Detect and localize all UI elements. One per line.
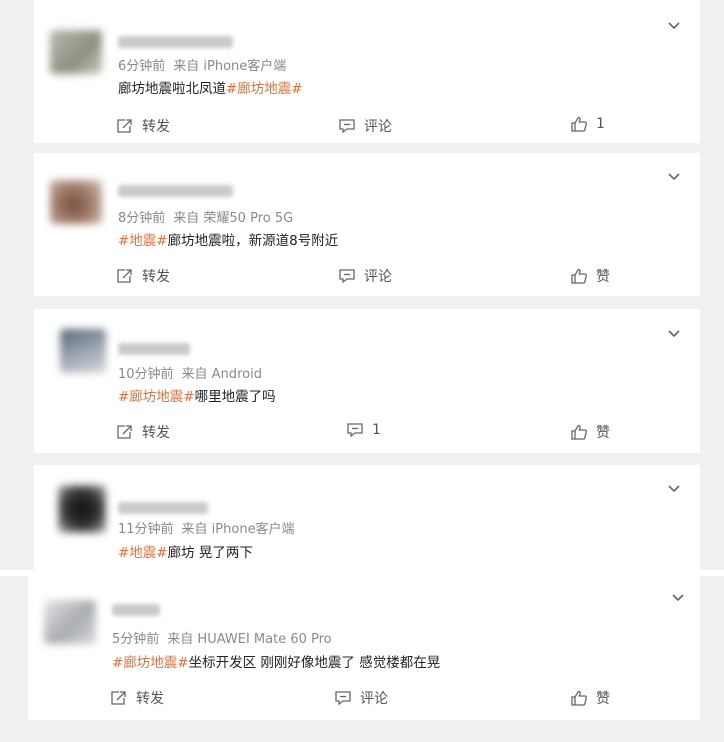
like-button[interactable]: 赞 [570, 422, 610, 442]
post-source: 来自 荣耀50 Pro 5G [173, 211, 294, 226]
comment-button[interactable]: 评论 [338, 266, 392, 286]
comment-button[interactable]: 1 [346, 422, 381, 438]
repost-button[interactable]: 转发 [116, 422, 170, 442]
repost-button[interactable]: 转发 [110, 688, 164, 708]
chevron-down-icon[interactable] [666, 20, 682, 32]
post-card: 11分钟前 来自 iPhone客户端 #地震#廊坊 晃了两下 [34, 465, 700, 570]
post-text-body: 廊坊地震啦北凤道 [118, 81, 226, 97]
avatar[interactable] [44, 600, 96, 644]
comment-button[interactable]: 评论 [338, 116, 392, 136]
topic-tag[interactable]: #地震# [118, 545, 168, 561]
post-time[interactable]: 5分钟前 [112, 632, 159, 647]
like-button[interactable]: 赞 [570, 688, 610, 708]
avatar[interactable] [50, 30, 102, 74]
post-text-body: 哪里地震了吗 [194, 389, 276, 405]
repost-label: 转发 [142, 425, 170, 441]
post-meta: 6分钟前 来自 iPhone客户端 [118, 55, 286, 74]
topic-tag[interactable]: #廊坊地震# [226, 81, 303, 97]
repost-label: 转发 [142, 269, 170, 285]
comment-button[interactable]: 评论 [334, 688, 388, 708]
post-meta: 11分钟前 来自 iPhone客户端 [118, 518, 295, 537]
comment-icon [335, 691, 351, 706]
like-label: 赞 [596, 691, 610, 707]
chevron-down-icon[interactable] [670, 592, 686, 604]
thumbs-up-icon [571, 424, 587, 440]
comment-icon [339, 119, 355, 134]
post-card: 8分钟前 来自 荣耀50 Pro 5G #地震#廊坊地震啦，新源道8号附近 转发 … [34, 153, 700, 296]
post-text: #廊坊地震#哪里地震了吗 [118, 385, 276, 405]
post-source: 来自 iPhone客户端 [173, 59, 287, 74]
post-time[interactable]: 6分钟前 [118, 59, 165, 74]
post-card: 10分钟前 来自 Android #廊坊地震#哪里地震了吗 转发 1 赞 [34, 309, 700, 453]
post-text: #地震#廊坊 晃了两下 [118, 541, 253, 561]
post-text: #地震#廊坊地震啦，新源道8号附近 [118, 229, 338, 249]
post-time[interactable]: 8分钟前 [118, 211, 165, 226]
share-icon [117, 425, 132, 439]
repost-button[interactable]: 转发 [116, 116, 170, 136]
avatar[interactable] [50, 180, 102, 224]
post-meta: 5分钟前 来自 HUAWEI Mate 60 Pro [112, 628, 332, 647]
comment-label: 评论 [364, 119, 392, 135]
post-text-body: 廊坊 晃了两下 [167, 545, 253, 561]
repost-label: 转发 [142, 119, 170, 135]
thumbs-up-icon [571, 116, 587, 132]
post-time[interactable]: 11分钟前 [118, 522, 174, 537]
username-blurred[interactable] [118, 502, 208, 514]
chevron-down-icon[interactable] [666, 483, 682, 495]
comment-label: 评论 [364, 269, 392, 285]
comment-icon [339, 269, 355, 284]
thumbs-up-icon [571, 690, 587, 706]
repost-button[interactable]: 转发 [116, 266, 170, 286]
post-source: 来自 Android [181, 367, 262, 382]
post-meta: 8分钟前 来自 荣耀50 Pro 5G [118, 207, 293, 226]
post-time[interactable]: 10分钟前 [118, 367, 174, 382]
post-text-body: 廊坊地震啦，新源道8号附近 [167, 233, 339, 249]
post-card: 6分钟前 来自 iPhone客户端 廊坊地震啦北凤道#廊坊地震# 转发 评论 1 [34, 0, 700, 143]
topic-tag[interactable]: #廊坊地震# [112, 655, 189, 671]
username-blurred[interactable] [118, 185, 233, 197]
comment-icon [347, 423, 363, 438]
post-source: 来自 HUAWEI Mate 60 Pro [167, 632, 332, 647]
username-blurred[interactable] [118, 36, 233, 48]
username-blurred[interactable] [118, 343, 190, 355]
like-label: 1 [596, 116, 605, 132]
like-button[interactable]: 赞 [570, 266, 610, 286]
share-icon [117, 269, 132, 283]
post-source: 来自 iPhone客户端 [181, 522, 295, 537]
post-text: 廊坊地震啦北凤道#廊坊地震# [118, 77, 303, 97]
avatar[interactable] [58, 485, 106, 533]
chevron-down-icon[interactable] [666, 328, 682, 340]
like-label: 赞 [596, 425, 610, 441]
like-button[interactable]: 1 [570, 116, 605, 132]
post-text: #廊坊地震#坐标开发区 刚刚好像地震了 感觉楼都在晃 [112, 651, 440, 671]
thumbs-up-icon [571, 268, 587, 284]
username-blurred[interactable] [112, 604, 160, 616]
share-icon [117, 119, 132, 133]
post-meta: 10分钟前 来自 Android [118, 363, 262, 382]
topic-tag[interactable]: #廊坊地震# [118, 389, 195, 405]
like-label: 赞 [596, 269, 610, 285]
repost-label: 转发 [136, 691, 164, 707]
comment-label: 评论 [360, 691, 388, 707]
topic-tag[interactable]: #地震# [118, 233, 168, 249]
chevron-down-icon[interactable] [666, 171, 682, 183]
comment-label: 1 [372, 422, 381, 438]
avatar[interactable] [60, 329, 106, 373]
post-text-body: 坐标开发区 刚刚好像地震了 感觉楼都在晃 [188, 655, 441, 671]
post-card: 5分钟前 来自 HUAWEI Mate 60 Pro #廊坊地震#坐标开发区 刚刚… [28, 576, 700, 720]
share-icon [111, 691, 126, 705]
